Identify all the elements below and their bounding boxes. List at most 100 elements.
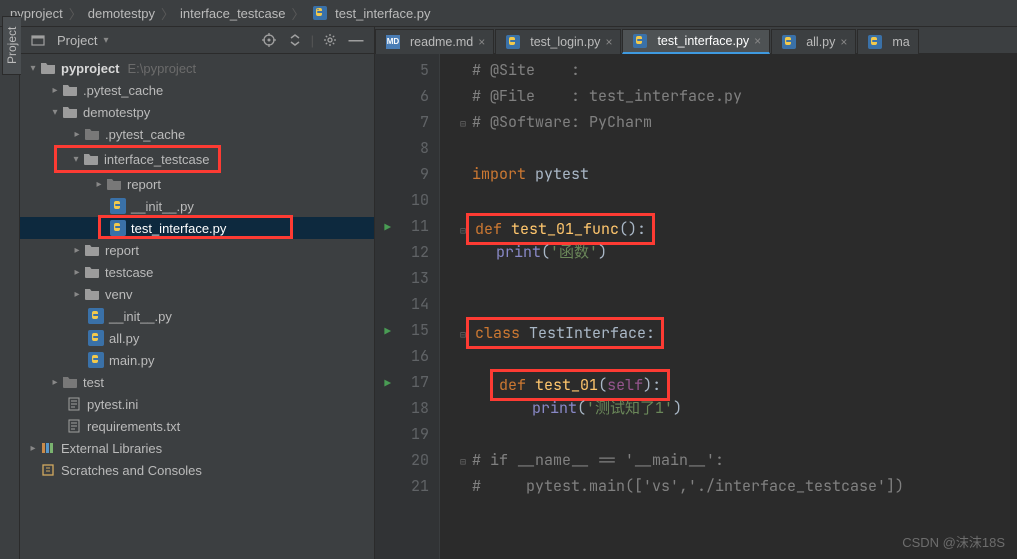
chevron-right-icon[interactable]: ▸ [72,289,82,300]
gutter-line[interactable]: 9 [375,161,429,187]
code-line[interactable] [460,135,1017,161]
locate-icon[interactable] [259,30,279,50]
run-gutter-icon[interactable]: ▶ [384,371,391,397]
tree-node-external-libraries[interactable]: ▸ External Libraries [20,437,374,459]
code-line[interactable] [460,421,1017,447]
project-tree[interactable]: ▾ pyproject E:\pyproject ▸ .pytest_cache… [20,54,374,559]
tab-readme[interactable]: MD readme.md × [375,29,494,54]
chevron-right-icon[interactable]: ▸ [28,443,38,454]
code-editor[interactable]: 5678910▶11121314▶1516▶1718192021 # @Site… [375,54,1017,559]
gutter-line[interactable]: 13 [375,265,429,291]
close-icon[interactable]: × [754,34,761,48]
chevron-right-icon[interactable]: ▸ [94,179,104,190]
gutter-line[interactable]: 14 [375,291,429,317]
tab-label: readme.md [410,35,473,49]
tab-partial[interactable]: ma [857,29,918,54]
tree-node-test-interface[interactable]: test_interface.py [20,217,374,239]
text-file-icon [66,418,82,434]
code-line[interactable]: def test_01(self): [460,369,1017,395]
crumb-3[interactable]: test_interface.py [311,6,431,21]
run-gutter-icon[interactable]: ▶ [384,319,391,345]
code-line[interactable] [460,291,1017,317]
chevron-right-icon[interactable]: ▸ [50,377,60,388]
tree-node[interactable]: ▸ testcase [20,261,374,283]
tree-node[interactable]: ▸ .pytest_cache [20,123,374,145]
tree-node[interactable]: main.py [20,349,374,371]
gutter-line[interactable]: 19 [375,421,429,447]
tree-node-interface-testcase[interactable]: ▾ interface_testcase [57,148,210,170]
chevron-right-icon[interactable]: ▸ [72,267,82,278]
gutter-line[interactable]: 6 [375,83,429,109]
tree-node-scratches[interactable]: Scratches and Consoles [20,459,374,481]
code-line[interactable]: print('函数') [460,239,1017,265]
code-line[interactable]: print('测试知了1') [460,395,1017,421]
code-line[interactable] [460,187,1017,213]
run-gutter-icon[interactable]: ▶ [384,215,391,241]
code-line[interactable]: import pytest [460,161,1017,187]
crumb-2[interactable]: interface_testcase [180,6,286,21]
chevron-down-icon[interactable]: ▾ [103,35,108,46]
tree-node[interactable]: __init__.py [20,305,374,327]
fold-icon[interactable]: ⊟ [460,449,470,475]
gutter-line[interactable]: 16 [375,343,429,369]
panel-title[interactable]: Project [57,33,97,48]
close-icon[interactable]: × [605,35,612,49]
gutter-line[interactable]: 12 [375,239,429,265]
tab-all[interactable]: all.py × [771,29,856,54]
close-icon[interactable]: × [478,35,485,49]
folder-icon [83,151,99,167]
tree-node-root[interactable]: ▾ pyproject E:\pyproject [20,57,374,79]
code-line[interactable]: # @Site : [460,57,1017,83]
gear-icon[interactable] [320,30,340,50]
fold-icon[interactable]: ⊟ [460,111,470,137]
tree-label: venv [105,287,132,302]
tree-node[interactable]: ▾ demotestpy [20,101,374,123]
gutter-line[interactable]: ▶17 [375,369,429,395]
chevron-down-icon[interactable]: ▾ [71,154,81,165]
gutter[interactable]: 5678910▶11121314▶1516▶1718192021 [375,54,440,559]
gutter-line[interactable]: ▶15 [375,317,429,343]
tree-node[interactable]: ▸ report [20,239,374,261]
gutter-line[interactable]: 10 [375,187,429,213]
project-panel-header: Project ▾ | — [20,27,374,54]
tree-node[interactable]: __init__.py [20,195,374,217]
code-content[interactable]: # @Site :# @File : test_interface.py⊟# @… [440,54,1017,559]
gutter-line[interactable]: 5 [375,57,429,83]
gutter-line[interactable]: 21 [375,473,429,499]
tree-node[interactable]: ▸ test [20,371,374,393]
tree-label: pyproject [61,61,120,76]
close-icon[interactable]: × [840,35,847,49]
chevron-down-icon[interactable]: ▾ [50,107,60,118]
tree-node[interactable]: pytest.ini [20,393,374,415]
chevron-right-icon[interactable]: ▸ [72,129,82,140]
chevron-down-icon[interactable]: ▾ [28,63,38,74]
chevron-right-icon[interactable]: ▸ [72,245,82,256]
gutter-line[interactable]: 8 [375,135,429,161]
tree-node[interactable]: all.py [20,327,374,349]
gutter-line[interactable]: 7 [375,109,429,135]
project-tool-tab[interactable]: Project [2,16,21,75]
tree-node[interactable]: ▸ .pytest_cache [20,79,374,101]
gutter-line[interactable]: ▶11 [375,213,429,239]
code-line[interactable] [460,265,1017,291]
code-line[interactable]: ⊟# @Software: PyCharm [460,109,1017,135]
gutter-line[interactable]: 18 [375,395,429,421]
code-line[interactable]: # pytest.main(['vs','./interface_testcas… [460,473,1017,499]
tree-label: report [105,243,139,258]
tree-label: testcase [105,265,153,280]
code-line[interactable]: ⊟# if __name__ == '__main__': [460,447,1017,473]
chevron-right-icon[interactable]: ▸ [50,85,60,96]
crumb-1[interactable]: demotestpy [88,6,155,21]
code-line[interactable]: ⊟class TestInterface: [460,317,1017,343]
code-line[interactable]: ⊟def test_01_func(): [460,213,1017,239]
tree-node[interactable]: requirements.txt [20,415,374,437]
python-file-icon [633,34,647,48]
gutter-line[interactable]: 20 [375,447,429,473]
hide-icon[interactable]: — [346,30,366,50]
tree-node[interactable]: ▸ venv [20,283,374,305]
expand-all-icon[interactable] [285,30,305,50]
code-line[interactable]: # @File : test_interface.py [460,83,1017,109]
tree-node[interactable]: ▸ report [20,173,374,195]
tab-test-login[interactable]: test_login.py × [495,29,621,54]
tab-test-interface[interactable]: test_interface.py × [622,29,770,54]
